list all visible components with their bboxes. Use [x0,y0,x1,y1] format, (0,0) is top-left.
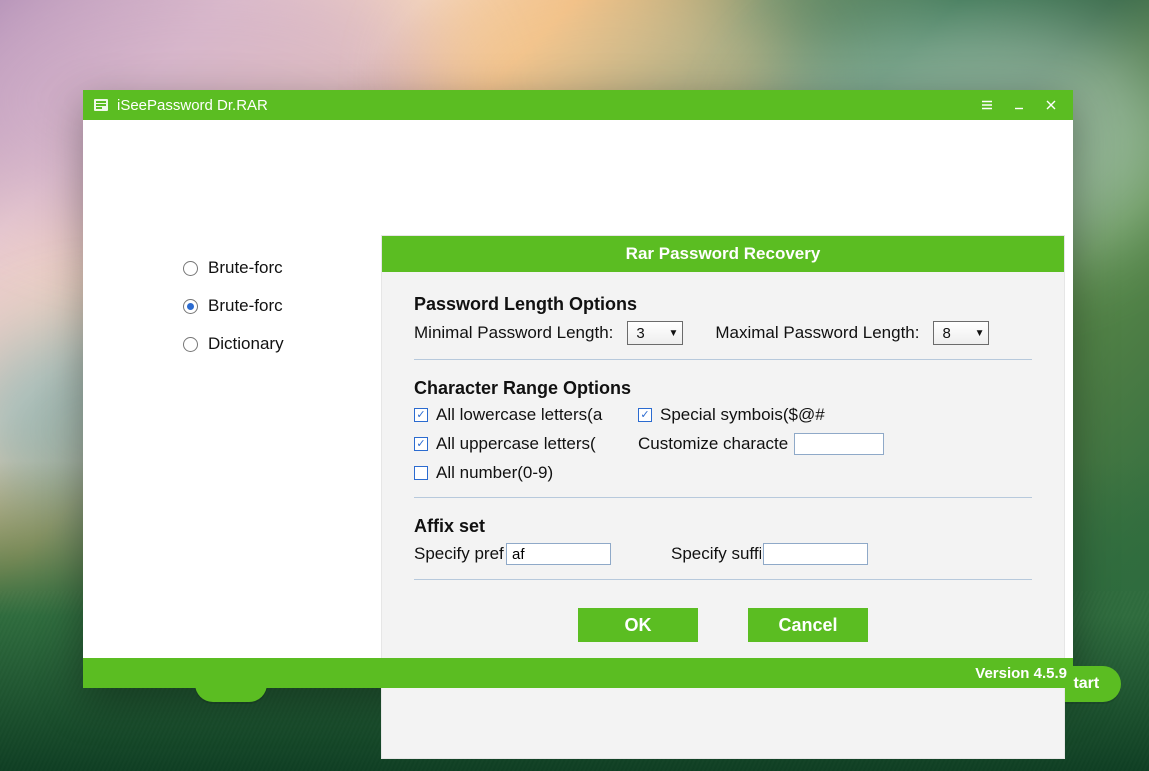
radio-dictionary[interactable]: Dictionary [183,334,284,354]
attack-type-group: Brute-forc Brute-forc Dictionary [183,258,284,354]
suffix-input[interactable] [763,543,868,565]
checkbox-label: All lowercase letters(a [436,405,602,425]
checkbox-label: Special symbois($@# [660,405,825,425]
password-length-heading: Password Length Options [414,294,1032,315]
radio-icon [183,299,198,314]
divider [414,497,1032,498]
prefix-label: Specify pref [414,544,504,564]
window-title: iSeePassword Dr.RAR [117,97,268,114]
customize-label: Customize characte [638,434,788,454]
affix-heading: Affix set [414,516,1032,537]
min-length-label: Minimal Password Length: [414,323,613,343]
min-length-value: 3 [636,325,644,342]
radio-bruteforce-1[interactable]: Brute-forc [183,258,284,278]
menu-icon[interactable] [971,90,1003,120]
char-range-heading: Character Range Options [414,378,1032,399]
checkbox-label: All number(0-9) [436,463,553,483]
chevron-down-icon: ▼ [668,328,678,339]
app-icon [93,97,109,113]
prefix-input[interactable] [506,543,611,565]
chevron-down-icon: ▼ [975,328,985,339]
radio-label: Brute-forc [208,296,283,316]
window-content: Brute-forc Brute-forc Dictionary Back St… [83,120,1073,658]
dialog-title: Rar Password Recovery [382,236,1064,272]
divider [414,579,1032,580]
close-button[interactable] [1035,90,1067,120]
version-label: Version 4.5.9 [975,665,1067,682]
cancel-button[interactable]: Cancel [748,608,868,642]
checkbox-special[interactable]: Special symbois($@# [638,405,928,425]
checkbox-icon [414,437,428,451]
checkbox-icon [638,408,652,422]
radio-label: Brute-forc [208,258,283,278]
checkbox-label: All uppercase letters( [436,434,596,454]
min-length-select[interactable]: 3 ▼ [627,321,683,345]
checkbox-icon [414,466,428,480]
ok-button[interactable]: OK [578,608,698,642]
customize-input[interactable] [794,433,884,455]
checkbox-lowercase[interactable]: All lowercase letters(a [414,405,634,425]
max-length-select[interactable]: 8 ▼ [933,321,989,345]
max-length-value: 8 [942,325,950,342]
desktop-wallpaper: iSeePassword Dr.RAR Brute-forc Brute- [0,0,1149,771]
suffix-label: Specify suffi [671,544,761,564]
radio-icon [183,261,198,276]
radio-icon [183,337,198,352]
checkbox-numbers[interactable]: All number(0-9) [414,463,634,483]
footer-bar: Version 4.5.9 [83,658,1073,688]
app-window: iSeePassword Dr.RAR Brute-forc Brute- [83,90,1073,688]
minimize-button[interactable] [1003,90,1035,120]
radio-bruteforce-mask[interactable]: Brute-forc [183,296,284,316]
checkbox-uppercase[interactable]: All uppercase letters( [414,433,634,455]
titlebar[interactable]: iSeePassword Dr.RAR [83,90,1073,120]
max-length-label: Maximal Password Length: [715,323,919,343]
divider [414,359,1032,360]
radio-label: Dictionary [208,334,284,354]
checkbox-icon [414,408,428,422]
